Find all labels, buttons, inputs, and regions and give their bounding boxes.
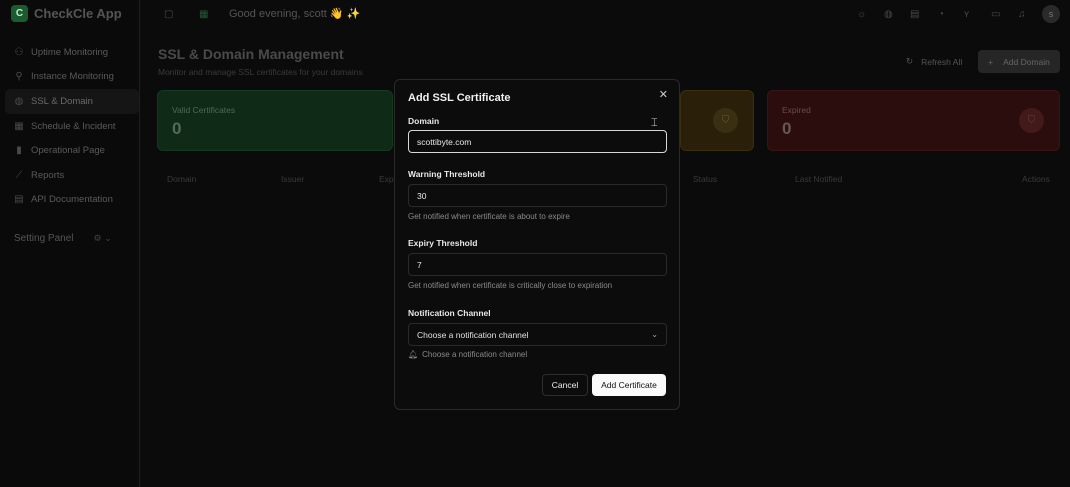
gear-icon: ⚙ ⌄ — [93, 233, 112, 243]
card-label: Valid Certificates — [172, 105, 236, 115]
shield-alert-icon: ⛉ — [1019, 108, 1044, 133]
language-icon[interactable]: ◍ — [884, 9, 893, 20]
bar-chart-icon: ▮ — [16, 145, 22, 157]
sidebar-item-api-documentation[interactable]: ▤ API Documentation — [5, 188, 139, 213]
sidebar-item-reports[interactable]: ⟋ Reports — [5, 163, 139, 188]
avatar[interactable]: s — [1042, 5, 1060, 23]
sidebar-nav: ⚇ Uptime Monitoring ⚲ Instance Monitorin… — [5, 40, 139, 212]
expiry-threshold-label: Expiry Threshold — [408, 238, 478, 248]
expiring-soon-card: ⛉ — [680, 90, 754, 151]
grid-icon[interactable]: ▦ — [199, 9, 208, 20]
sidebar-item-label: Schedule & Incident — [31, 120, 116, 132]
add-ssl-certificate-dialog: Add SSL Certificate ✕ Domain scottibyte.… — [394, 79, 680, 410]
sidebar-item-label: API Documentation — [31, 194, 113, 206]
card-label: Expired — [782, 105, 811, 115]
chevron-down-icon: ⌄ — [651, 330, 658, 339]
bell-icon: 🔔︎ — [408, 350, 419, 359]
expired-card: Expired 0 ⛉ — [767, 90, 1060, 151]
sidebar-item-label: Operational Page — [31, 145, 105, 157]
github-icon[interactable]: ◔ — [938, 9, 944, 20]
setting-panel-toggle[interactable]: Setting Panel ⚙ ⌄ — [14, 233, 112, 244]
add-domain-label: Add Domain — [1003, 56, 1050, 67]
domain-input[interactable]: scottibyte.com — [408, 130, 667, 153]
page-subtitle: Monitor and manage SSL certificates for … — [158, 67, 363, 77]
brand[interactable]: C CheckCle App — [11, 5, 122, 22]
refresh-icon: ↻ — [906, 56, 914, 66]
calendar-icon: ▦ — [14, 120, 24, 132]
sidebar-item-ssl-domain[interactable]: ◍ SSL & Domain — [5, 89, 139, 114]
sun-icon[interactable]: ☼ — [857, 9, 866, 20]
app-logo: C — [11, 5, 28, 22]
notification-channel-select[interactable]: Choose a notification channel ⌄ — [408, 323, 667, 346]
warning-threshold-label: Warning Threshold — [408, 169, 486, 179]
twitter-icon[interactable]: ʏ — [964, 9, 969, 20]
add-domain-button[interactable]: + Add Domain — [978, 50, 1060, 73]
notification-channel-value: Choose a notification channel — [417, 329, 529, 340]
add-certificate-button[interactable]: Add Certificate — [592, 374, 666, 396]
sidebar-item-instance-monitoring[interactable]: ⚲ Instance Monitoring — [5, 65, 139, 90]
notification-channel-hint-text: Choose a notification channel — [422, 350, 528, 359]
network-icon: ⚇ — [14, 46, 24, 58]
notification-channel-label: Notification Channel — [408, 308, 491, 318]
sidebar: C CheckCle App ⚇ Uptime Monitoring ⚲ Ins… — [0, 0, 140, 487]
refresh-all-button[interactable]: ↻ Refresh All — [906, 56, 962, 67]
sidebar-item-label: Uptime Monitoring — [31, 46, 109, 58]
expiry-threshold-input[interactable]: 7 — [408, 253, 667, 276]
card-value: 0 — [172, 119, 182, 138]
column-header-domain: Domain — [167, 174, 197, 184]
warning-threshold-help: Get notified when certificate is about t… — [408, 212, 570, 221]
warning-threshold-input[interactable]: 30 — [408, 184, 667, 207]
file-icon: ▤ — [14, 194, 24, 206]
shield-icon: ⛉ — [713, 108, 738, 133]
refresh-all-label: Refresh All — [921, 56, 963, 67]
cancel-button[interactable]: Cancel — [542, 374, 588, 396]
valid-certificates-card: Valid Certificates 0 — [157, 90, 393, 151]
document-icon[interactable]: ▤ — [910, 9, 919, 20]
notification-channel-hint: 🔔︎ Choose a notification channel — [408, 350, 527, 359]
sidebar-item-label: Instance Monitoring — [31, 71, 114, 83]
column-header-issuer: Issuer — [281, 174, 305, 184]
dialog-title: Add SSL Certificate — [408, 92, 511, 104]
sidebar-item-label: SSL & Domain — [31, 95, 93, 107]
card-value: 0 — [782, 119, 792, 138]
chat-icon[interactable]: ▭ — [991, 9, 1000, 20]
column-header-actions: Actions — [1022, 174, 1050, 184]
column-header-status: Status — [693, 174, 718, 184]
sidebar-item-operational-page[interactable]: ▮ Operational Page — [5, 138, 139, 163]
sidebar-item-schedule-incident[interactable]: ▦ Schedule & Incident — [5, 114, 139, 139]
expiry-threshold-help: Get notified when certificate is critica… — [408, 281, 613, 290]
server-icon: ⚲ — [15, 71, 23, 83]
page-title: SSL & Domain Management — [158, 46, 344, 62]
sidebar-toggle-icon[interactable]: ▢ — [164, 9, 173, 20]
app-name: CheckCle App — [34, 6, 122, 21]
plus-icon: + — [988, 56, 994, 67]
bell-icon[interactable]: ♫ — [1018, 9, 1026, 20]
line-chart-icon: ⟋ — [15, 169, 23, 181]
domain-label: Domain — [408, 116, 440, 126]
sidebar-item-label: Reports — [31, 169, 65, 181]
column-header-last-notified: Last Notified — [795, 174, 843, 184]
greeting: Good evening, scott 👋 ✨ — [229, 8, 361, 20]
setting-panel-label: Setting Panel — [14, 233, 74, 244]
close-icon[interactable]: ✕ — [659, 88, 668, 101]
text-cursor-icon: ⌶ — [651, 117, 658, 129]
globe-icon: ◍ — [14, 95, 24, 107]
sidebar-item-uptime-monitoring[interactable]: ⚇ Uptime Monitoring — [5, 40, 139, 65]
